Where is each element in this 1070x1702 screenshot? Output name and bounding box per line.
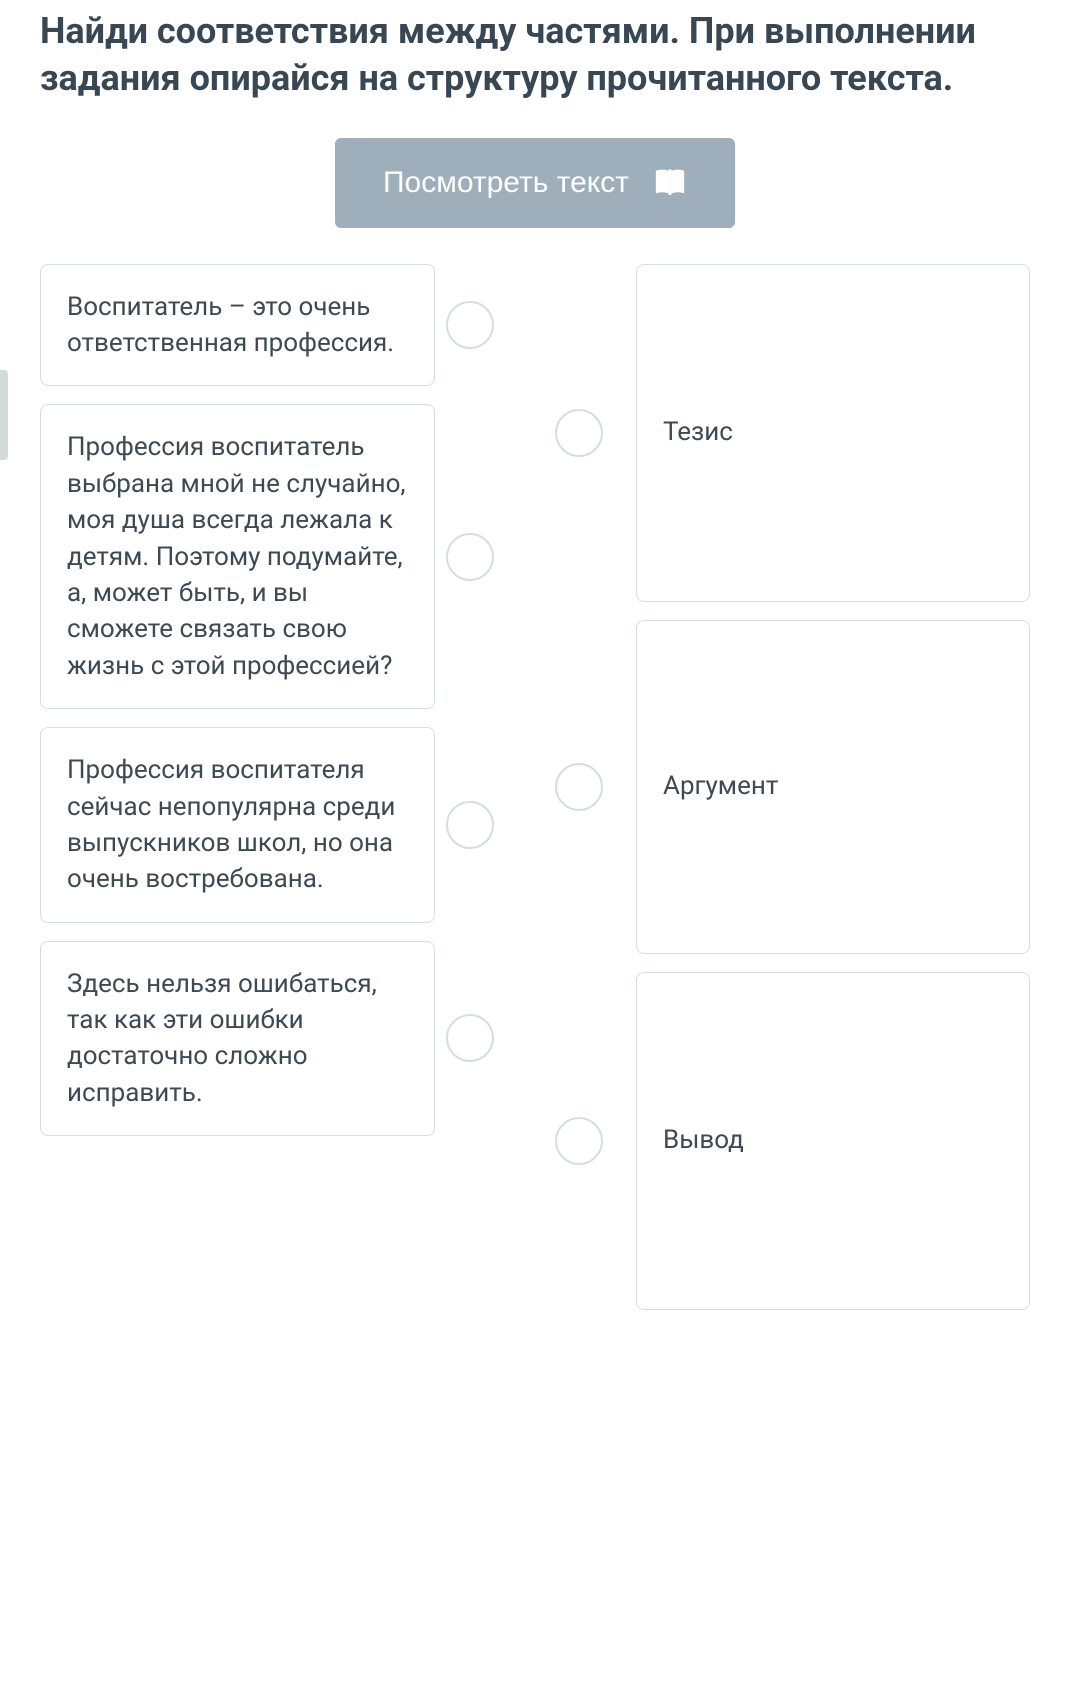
right-item[interactable]: Аргумент: [636, 620, 1030, 954]
task-title: Найди соответствия между частями. При вы…: [40, 8, 1030, 102]
left-item-text: Профессия воспитатель выбрана мной не сл…: [67, 432, 406, 680]
connector-dot[interactable]: [446, 801, 494, 849]
book-icon: [653, 168, 687, 198]
connector-dot[interactable]: [446, 533, 494, 581]
connector-dot[interactable]: [555, 409, 603, 457]
left-item[interactable]: Профессия воспитателя сейчас непопулярна…: [40, 727, 435, 923]
view-text-button-label: Посмотреть текст: [383, 166, 629, 200]
connector-dot[interactable]: [555, 1117, 603, 1165]
left-item[interactable]: Профессия воспитатель выбрана мной не сл…: [40, 404, 435, 709]
right-item[interactable]: Вывод: [636, 972, 1030, 1310]
left-item[interactable]: Здесь нельзя ошибаться, так как эти ошиб…: [40, 941, 435, 1137]
matching-area: Воспитатель – это очень ответственная пр…: [40, 264, 1030, 1310]
page-edge-indicator: [0, 370, 8, 460]
right-column: Тезис Аргумент Вывод: [636, 264, 1030, 1310]
right-item[interactable]: Тезис: [636, 264, 1030, 602]
connector-dot[interactable]: [446, 1014, 494, 1062]
left-item-text: Профессия воспитателя сейчас непопулярна…: [67, 755, 395, 894]
left-column: Воспитатель – это очень ответственная пр…: [40, 264, 435, 1310]
view-text-button[interactable]: Посмотреть текст: [335, 138, 735, 228]
left-item-text: Воспитатель – это очень ответственная пр…: [67, 292, 394, 358]
right-item-text: Вывод: [663, 1122, 744, 1158]
connector-dot[interactable]: [555, 763, 603, 811]
task-container: Найди соответствия между частями. При вы…: [0, 0, 1070, 1350]
left-item-text: Здесь нельзя ошибаться, так как эти ошиб…: [67, 969, 377, 1108]
connector-dot[interactable]: [446, 301, 494, 349]
right-item-text: Тезис: [663, 414, 733, 450]
right-item-text: Аргумент: [663, 768, 778, 804]
left-item[interactable]: Воспитатель – это очень ответственная пр…: [40, 264, 435, 387]
